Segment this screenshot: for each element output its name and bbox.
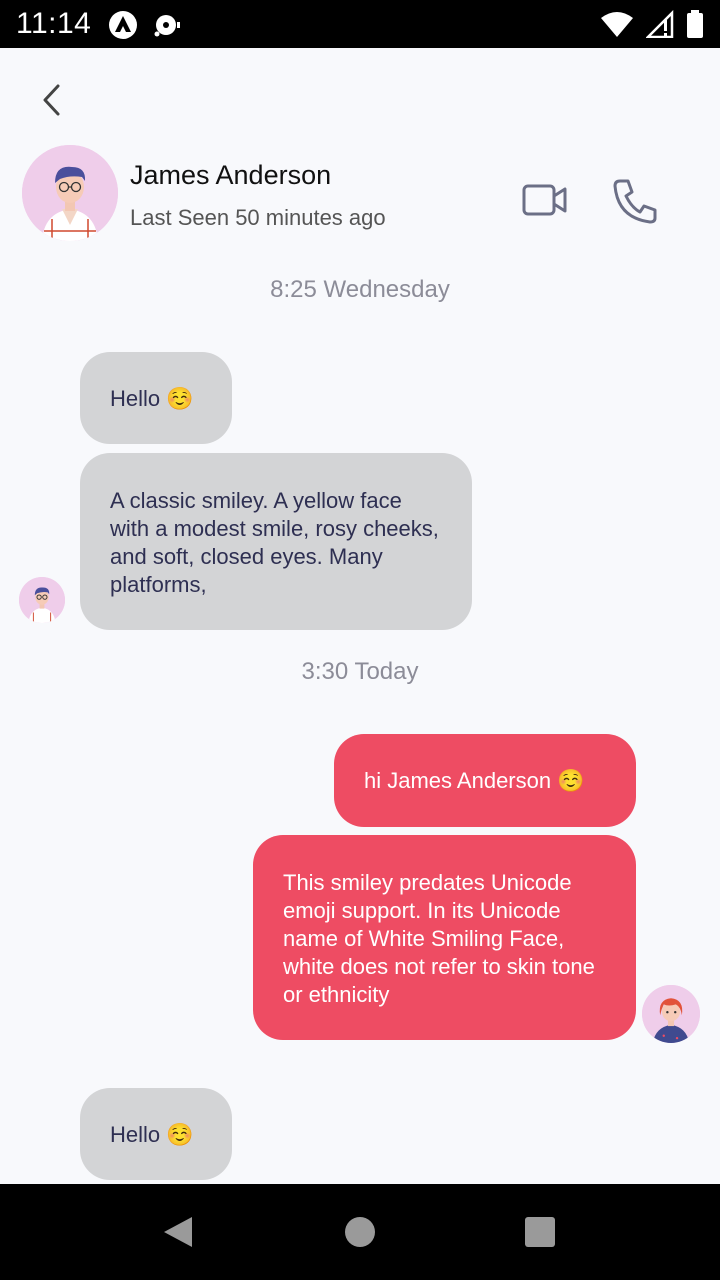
message-bubble-incoming[interactable]: Hello ☺️ bbox=[80, 352, 232, 444]
message-bubble-outgoing[interactable]: hi James Anderson ☺️ bbox=[334, 734, 636, 827]
nav-recents-button[interactable] bbox=[525, 1217, 555, 1247]
status-time: 11:14 bbox=[16, 7, 92, 40]
battery-icon bbox=[687, 10, 703, 38]
back-arrow-icon bbox=[43, 84, 60, 116]
avatar-illustration bbox=[22, 145, 118, 241]
status-right-icons bbox=[600, 10, 704, 38]
app-notification-icon bbox=[109, 11, 137, 39]
cellular-signal-icon bbox=[646, 10, 674, 38]
media-notification-icon bbox=[154, 15, 180, 37]
triangle-back-icon bbox=[164, 1217, 192, 1247]
message-bubble-incoming[interactable]: Hello ☺️ bbox=[80, 1088, 232, 1180]
own-avatar bbox=[642, 985, 700, 1043]
message-bubble-outgoing[interactable]: This smiley predates Unicode emoji suppo… bbox=[253, 835, 636, 1040]
phone-call-button[interactable] bbox=[610, 176, 660, 226]
nav-back-button[interactable] bbox=[162, 1216, 194, 1253]
video-camera-icon bbox=[522, 184, 567, 216]
last-seen-status: Last Seen 50 minutes ago bbox=[130, 205, 386, 230]
sender-avatar bbox=[19, 577, 65, 623]
chat-timestamp: 3:30 Today bbox=[301, 658, 419, 685]
status-bar: 11:14 bbox=[0, 0, 720, 48]
contact-avatar[interactable] bbox=[22, 145, 118, 241]
contact-name: James Anderson bbox=[130, 160, 332, 190]
avatar-illustration bbox=[642, 985, 700, 1043]
status-left-icons bbox=[108, 10, 182, 40]
video-call-button[interactable] bbox=[520, 178, 570, 222]
phone-icon bbox=[613, 179, 657, 224]
chat-timestamp: 8:25 Wednesday bbox=[270, 276, 450, 303]
nav-home-button[interactable] bbox=[345, 1217, 375, 1247]
back-button[interactable] bbox=[30, 78, 74, 122]
message-bubble-incoming[interactable]: A classic smiley. A yellow face with a m… bbox=[80, 453, 472, 630]
wifi-icon bbox=[601, 12, 633, 37]
avatar-illustration bbox=[19, 577, 65, 623]
